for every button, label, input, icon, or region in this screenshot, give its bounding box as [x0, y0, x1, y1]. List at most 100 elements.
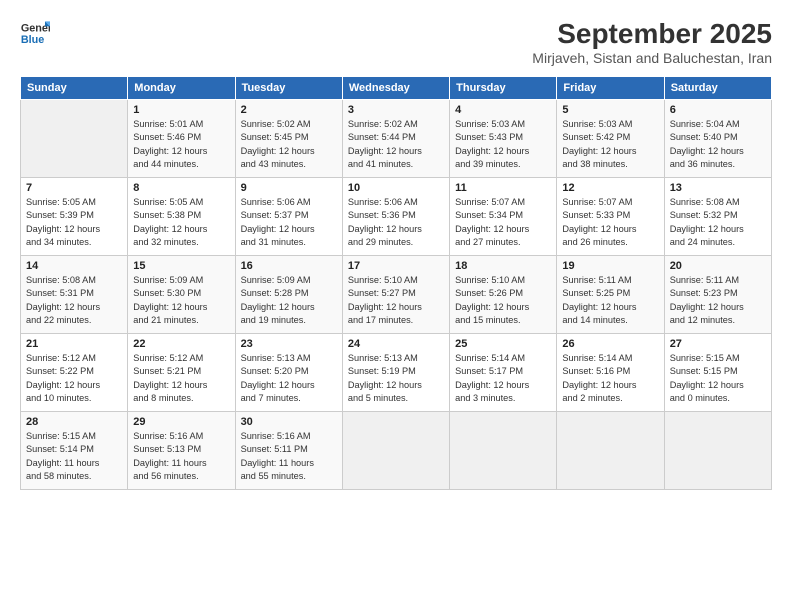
day-number: 12 — [562, 182, 658, 194]
day-detail: Sunrise: 5:06 AMSunset: 5:37 PMDaylight:… — [241, 197, 315, 247]
logo-icon: General Blue — [20, 18, 50, 48]
day-number: 18 — [455, 260, 551, 272]
weekday-header-thursday: Thursday — [450, 77, 557, 100]
day-number: 3 — [348, 104, 444, 116]
week-row-5: 28 Sunrise: 5:15 AMSunset: 5:14 PMDayligh… — [21, 412, 772, 490]
calendar-cell: 25 Sunrise: 5:14 AMSunset: 5:17 PMDayligh… — [450, 334, 557, 412]
day-detail: Sunrise: 5:06 AMSunset: 5:36 PMDaylight:… — [348, 197, 422, 247]
weekday-header-tuesday: Tuesday — [235, 77, 342, 100]
day-number: 29 — [133, 416, 229, 428]
calendar-cell — [450, 412, 557, 490]
day-detail: Sunrise: 5:07 AMSunset: 5:33 PMDaylight:… — [562, 197, 636, 247]
week-row-1: 1 Sunrise: 5:01 AMSunset: 5:46 PMDaylight… — [21, 100, 772, 178]
calendar-cell: 11Sunrise: 5:07 AMSunset: 5:34 PMDayligh… — [450, 178, 557, 256]
calendar-cell: 14Sunrise: 5:08 AMSunset: 5:31 PMDayligh… — [21, 256, 128, 334]
day-number: 1 — [133, 104, 229, 116]
day-number: 28 — [26, 416, 122, 428]
weekday-header-saturday: Saturday — [664, 77, 771, 100]
weekday-header-monday: Monday — [128, 77, 235, 100]
calendar-cell: 16 Sunrise: 5:09 AMSunset: 5:28 PMDayligh… — [235, 256, 342, 334]
day-number: 10 — [348, 182, 444, 194]
weekday-header-wednesday: Wednesday — [342, 77, 449, 100]
calendar-cell: 24 Sunrise: 5:13 AMSunset: 5:19 PMDayligh… — [342, 334, 449, 412]
day-detail: Sunrise: 5:03 AMSunset: 5:43 PMDaylight:… — [455, 119, 529, 169]
day-detail: Sunrise: 5:15 AMSunset: 5:14 PMDaylight:… — [26, 431, 99, 481]
day-detail: Sunrise: 5:09 AMSunset: 5:28 PMDaylight:… — [241, 275, 315, 325]
day-number: 7 — [26, 182, 122, 194]
calendar-cell: 15 Sunrise: 5:09 AMSunset: 5:30 PMDayligh… — [128, 256, 235, 334]
calendar-cell — [664, 412, 771, 490]
calendar-cell: 9 Sunrise: 5:06 AMSunset: 5:37 PMDaylight… — [235, 178, 342, 256]
calendar-cell: 30 Sunrise: 5:16 AMSunset: 5:11 PMDayligh… — [235, 412, 342, 490]
day-detail: Sunrise: 5:05 AMSunset: 5:38 PMDaylight:… — [133, 197, 207, 247]
day-number: 21 — [26, 338, 122, 350]
day-detail: Sunrise: 5:16 AMSunset: 5:13 PMDaylight:… — [133, 431, 206, 481]
day-detail: Sunrise: 5:10 AMSunset: 5:26 PMDaylight:… — [455, 275, 529, 325]
day-number: 13 — [670, 182, 766, 194]
calendar-cell: 7 Sunrise: 5:05 AMSunset: 5:39 PMDaylight… — [21, 178, 128, 256]
day-detail: Sunrise: 5:03 AMSunset: 5:42 PMDaylight:… — [562, 119, 636, 169]
day-detail: Sunrise: 5:13 AMSunset: 5:19 PMDaylight:… — [348, 353, 422, 403]
calendar-cell: 17Sunrise: 5:10 AMSunset: 5:27 PMDayligh… — [342, 256, 449, 334]
calendar-cell: 1 Sunrise: 5:01 AMSunset: 5:46 PMDaylight… — [128, 100, 235, 178]
day-detail: Sunrise: 5:07 AMSunset: 5:34 PMDaylight:… — [455, 197, 529, 247]
day-number: 2 — [241, 104, 337, 116]
month-title: September 2025 — [532, 18, 772, 50]
weekday-header-row: SundayMondayTuesdayWednesdayThursdayFrid… — [21, 77, 772, 100]
day-number: 15 — [133, 260, 229, 272]
day-detail: Sunrise: 5:12 AMSunset: 5:22 PMDaylight:… — [26, 353, 100, 403]
day-detail: Sunrise: 5:15 AMSunset: 5:15 PMDaylight:… — [670, 353, 744, 403]
calendar-cell: 22 Sunrise: 5:12 AMSunset: 5:21 PMDayligh… — [128, 334, 235, 412]
day-number: 16 — [241, 260, 337, 272]
calendar-cell: 27 Sunrise: 5:15 AMSunset: 5:15 PMDayligh… — [664, 334, 771, 412]
calendar-cell: 4Sunrise: 5:03 AMSunset: 5:43 PMDaylight… — [450, 100, 557, 178]
calendar-cell: 10 Sunrise: 5:06 AMSunset: 5:36 PMDayligh… — [342, 178, 449, 256]
day-detail: Sunrise: 5:08 AMSunset: 5:31 PMDaylight:… — [26, 275, 100, 325]
calendar-cell: 23 Sunrise: 5:13 AMSunset: 5:20 PMDayligh… — [235, 334, 342, 412]
calendar-cell: 19Sunrise: 5:11 AMSunset: 5:25 PMDayligh… — [557, 256, 664, 334]
day-detail: Sunrise: 5:11 AMSunset: 5:23 PMDaylight:… — [670, 275, 744, 325]
day-number: 8 — [133, 182, 229, 194]
day-number: 22 — [133, 338, 229, 350]
calendar-cell: 6 Sunrise: 5:04 AMSunset: 5:40 PMDaylight… — [664, 100, 771, 178]
calendar-cell — [557, 412, 664, 490]
day-detail: Sunrise: 5:13 AMSunset: 5:20 PMDaylight:… — [241, 353, 315, 403]
day-detail: Sunrise: 5:05 AMSunset: 5:39 PMDaylight:… — [26, 197, 100, 247]
day-number: 24 — [348, 338, 444, 350]
day-detail: Sunrise: 5:04 AMSunset: 5:40 PMDaylight:… — [670, 119, 744, 169]
calendar-table: SundayMondayTuesdayWednesdayThursdayFrid… — [20, 76, 772, 490]
day-detail: Sunrise: 5:14 AMSunset: 5:16 PMDaylight:… — [562, 353, 636, 403]
week-row-2: 7 Sunrise: 5:05 AMSunset: 5:39 PMDaylight… — [21, 178, 772, 256]
day-detail: Sunrise: 5:09 AMSunset: 5:30 PMDaylight:… — [133, 275, 207, 325]
day-detail: Sunrise: 5:12 AMSunset: 5:21 PMDaylight:… — [133, 353, 207, 403]
day-number: 9 — [241, 182, 337, 194]
calendar-cell: 26Sunrise: 5:14 AMSunset: 5:16 PMDayligh… — [557, 334, 664, 412]
day-number: 30 — [241, 416, 337, 428]
logo: General Blue — [20, 18, 50, 48]
calendar-cell: 8 Sunrise: 5:05 AMSunset: 5:38 PMDaylight… — [128, 178, 235, 256]
header: General Blue September 2025 Mirjaveh, Si… — [20, 18, 772, 66]
calendar-cell: 12 Sunrise: 5:07 AMSunset: 5:33 PMDayligh… — [557, 178, 664, 256]
day-detail: Sunrise: 5:14 AMSunset: 5:17 PMDaylight:… — [455, 353, 529, 403]
day-number: 6 — [670, 104, 766, 116]
day-detail: Sunrise: 5:08 AMSunset: 5:32 PMDaylight:… — [670, 197, 744, 247]
day-detail: Sunrise: 5:02 AMSunset: 5:45 PMDaylight:… — [241, 119, 315, 169]
day-number: 20 — [670, 260, 766, 272]
calendar-cell: 21 Sunrise: 5:12 AMSunset: 5:22 PMDayligh… — [21, 334, 128, 412]
day-number: 23 — [241, 338, 337, 350]
day-number: 17 — [348, 260, 444, 272]
day-number: 25 — [455, 338, 551, 350]
page: General Blue September 2025 Mirjaveh, Si… — [0, 0, 792, 612]
calendar-cell: 2 Sunrise: 5:02 AMSunset: 5:45 PMDaylight… — [235, 100, 342, 178]
weekday-header-sunday: Sunday — [21, 77, 128, 100]
svg-text:Blue: Blue — [21, 34, 44, 46]
calendar-cell — [342, 412, 449, 490]
day-detail: Sunrise: 5:02 AMSunset: 5:44 PMDaylight:… — [348, 119, 422, 169]
day-detail: Sunrise: 5:16 AMSunset: 5:11 PMDaylight:… — [241, 431, 314, 481]
day-detail: Sunrise: 5:01 AMSunset: 5:46 PMDaylight:… — [133, 119, 207, 169]
calendar-cell: 20 Sunrise: 5:11 AMSunset: 5:23 PMDayligh… — [664, 256, 771, 334]
day-number: 27 — [670, 338, 766, 350]
day-number: 5 — [562, 104, 658, 116]
calendar-cell: 29 Sunrise: 5:16 AMSunset: 5:13 PMDayligh… — [128, 412, 235, 490]
calendar-cell — [21, 100, 128, 178]
